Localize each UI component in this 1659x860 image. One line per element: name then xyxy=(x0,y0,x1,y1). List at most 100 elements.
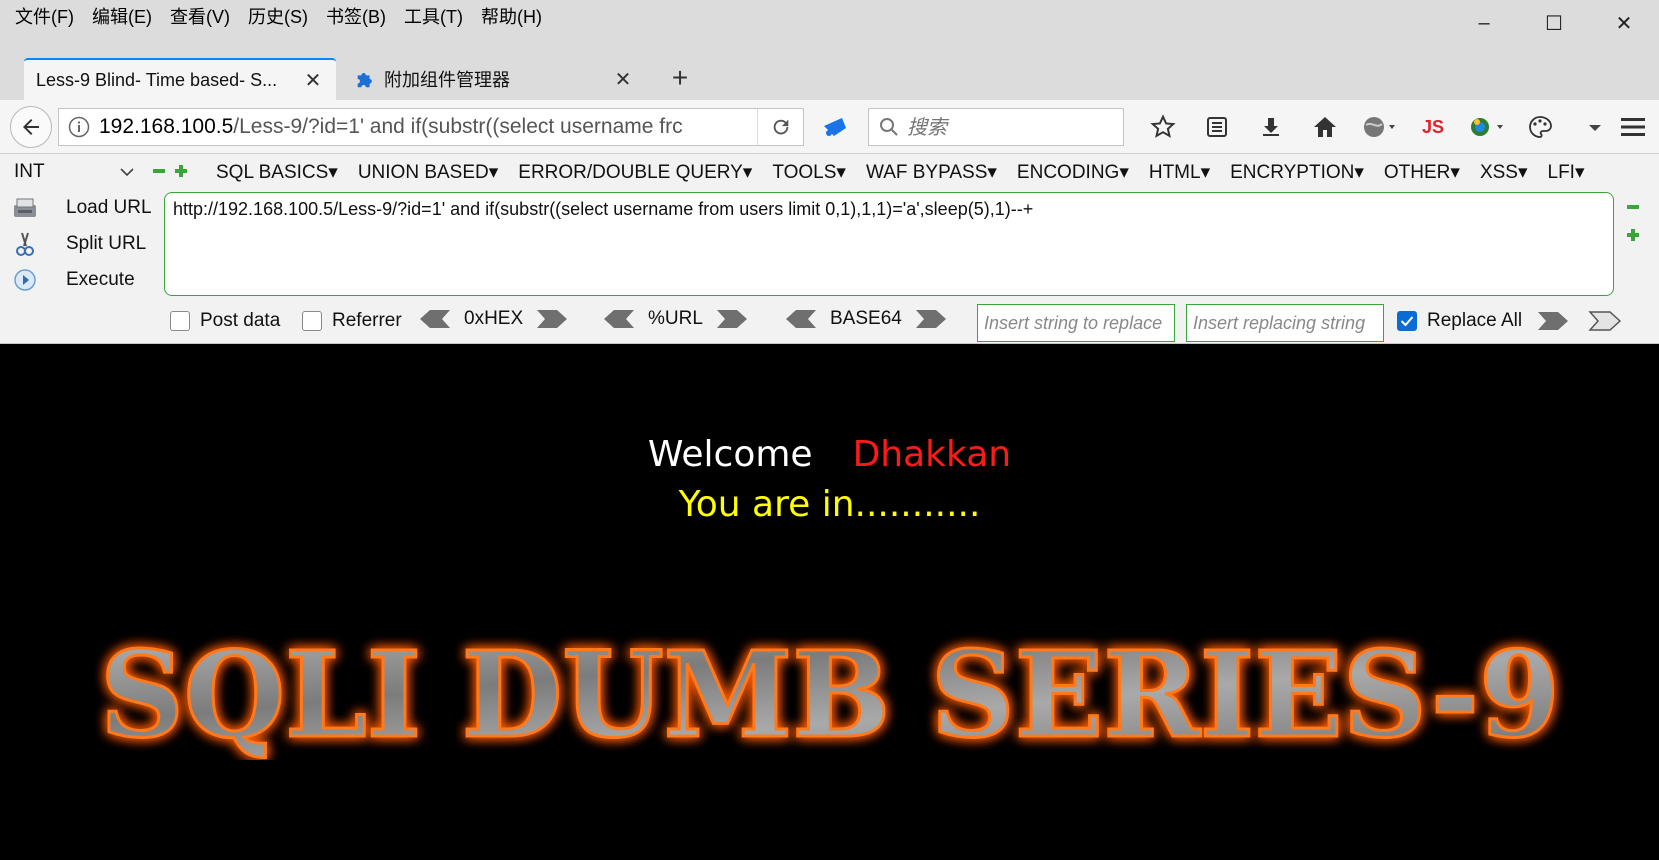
menu-sql-basics[interactable]: SQL BASICS▾ xyxy=(206,161,348,184)
menu-html[interactable]: HTML▾ xyxy=(1139,161,1220,184)
url-encoder: %URL xyxy=(602,308,749,330)
palette-icon[interactable] xyxy=(1514,108,1568,146)
execute-button[interactable]: Execute xyxy=(10,262,160,298)
menu-history[interactable]: 历史(S) xyxy=(239,4,317,30)
close-icon: ✕ xyxy=(1615,12,1633,35)
menu-tools[interactable]: 工具(T) xyxy=(395,4,472,30)
menu-hamburger-icon[interactable] xyxy=(1619,114,1647,140)
sqli-dumb-series-banner: SQLI DUMB SERIES-9 xyxy=(99,630,1562,760)
minus-icon[interactable] xyxy=(1626,200,1640,214)
url-text[interactable]: 192.168.100.5/Less-9/?id=1' and if(subst… xyxy=(99,115,757,139)
hackbar-options: Post data Referrer 0xHEX %URL BASE64 Ins… xyxy=(0,300,1659,342)
arrow-right-icon[interactable] xyxy=(535,308,569,330)
tab-close-icon[interactable]: ✕ xyxy=(612,67,634,92)
base64-label: BASE64 xyxy=(830,308,902,329)
menu-error-double-query[interactable]: ERROR/DOUBLE QUERY▾ xyxy=(508,161,762,184)
menu-waf-bypass[interactable]: WAF BYPASS▾ xyxy=(856,161,1007,184)
replace-from-input[interactable]: Insert string to replace xyxy=(977,304,1175,342)
arrow-left-icon[interactable] xyxy=(784,308,818,330)
welcome-text: Welcome xyxy=(647,434,813,475)
minus-icon[interactable] xyxy=(152,164,166,178)
username-text: Dhakkan xyxy=(852,434,1012,475)
menu-other[interactable]: OTHER▾ xyxy=(1374,161,1470,184)
menu-encoding[interactable]: ENCODING▾ xyxy=(1007,161,1139,184)
tab-addons-manager[interactable]: 附加组件管理器 ✕ xyxy=(342,58,646,100)
overflow-chevron-icon[interactable] xyxy=(1568,108,1622,146)
replace-to-input[interactable]: Insert replacing string xyxy=(1186,304,1384,342)
bookmark-star-icon[interactable] xyxy=(1136,108,1190,146)
hackbar-url-textarea[interactable]: http://192.168.100.5/Less-9/?id=1' and i… xyxy=(164,192,1614,296)
navigation-bar: 192.168.100.5/Less-9/?id=1' and if(subst… xyxy=(0,100,1659,154)
load-url-label: Load URL xyxy=(66,197,152,218)
home-icon[interactable] xyxy=(1298,108,1352,146)
tab-title: 附加组件管理器 xyxy=(384,70,510,90)
toolbar-icons: JS xyxy=(1136,108,1622,146)
colorful-extension-icon[interactable] xyxy=(1460,108,1514,146)
search-input[interactable] xyxy=(907,115,1107,139)
arrow-right-icon[interactable] xyxy=(715,308,749,330)
js-extension-icon[interactable]: JS xyxy=(1406,108,1460,146)
arrow-left-icon[interactable] xyxy=(418,308,452,330)
menu-bar: 文件(F) 编辑(E) 查看(V) 历史(S) 书签(B) 工具(T) 帮助(H… xyxy=(6,4,551,30)
menu-bookmarks[interactable]: 书签(B) xyxy=(317,4,395,30)
new-tab-button[interactable]: + xyxy=(664,62,696,94)
menu-union-based[interactable]: UNION BASED▾ xyxy=(348,161,508,184)
menu-file[interactable]: 文件(F) xyxy=(6,4,83,30)
split-url-button[interactable]: Split URL xyxy=(10,226,160,262)
url-encode-label: %URL xyxy=(648,308,703,329)
menu-encryption[interactable]: ENCRYPTION▾ xyxy=(1220,161,1374,184)
menu-help[interactable]: 帮助(H) xyxy=(472,4,551,30)
menu-tools[interactable]: TOOLS▾ xyxy=(762,161,856,184)
status-message: You are in........... xyxy=(678,484,981,525)
menu-edit[interactable]: 编辑(E) xyxy=(83,4,161,30)
close-window-button[interactable]: ✕ xyxy=(1589,0,1659,46)
reading-list-icon[interactable] xyxy=(1190,108,1244,146)
reload-icon xyxy=(773,119,788,135)
hackbar-actions: Load URL Split URL Execute xyxy=(10,190,160,298)
info-icon[interactable] xyxy=(59,116,99,138)
tab-less9[interactable]: Less-9 Blind- Time based- S... ✕ xyxy=(24,58,336,100)
arrow-right-outline-icon[interactable] xyxy=(1588,310,1622,332)
referrer-checkbox[interactable]: Referrer xyxy=(302,310,402,332)
extension-blue-icon[interactable] xyxy=(820,114,850,140)
back-arrow-icon xyxy=(23,119,39,135)
replace-all-checkbox[interactable]: Replace All xyxy=(1397,310,1522,332)
checkbox-box[interactable] xyxy=(1397,311,1417,331)
base64-encoder: BASE64 xyxy=(784,308,948,330)
plus-icon[interactable] xyxy=(1626,228,1640,242)
back-button[interactable] xyxy=(10,106,52,148)
post-data-checkbox[interactable]: Post data xyxy=(170,310,280,332)
url-bar[interactable]: 192.168.100.5/Less-9/?id=1' and if(subst… xyxy=(58,108,804,146)
title-bar: 文件(F) 编辑(E) 查看(V) 历史(S) 书签(B) 工具(T) 帮助(H… xyxy=(0,0,1659,46)
split-url-label: Split URL xyxy=(66,233,147,254)
textarea-size-controls xyxy=(1626,200,1640,242)
chevron-down-icon xyxy=(120,168,134,177)
minimize-button[interactable]: – xyxy=(1449,0,1519,46)
arrow-left-icon[interactable] xyxy=(602,308,636,330)
injection-type-select[interactable]: INT xyxy=(14,158,138,186)
checkbox-box[interactable] xyxy=(170,311,190,331)
plus-icon[interactable] xyxy=(174,164,188,178)
menu-xss[interactable]: XSS▾ xyxy=(1470,161,1538,184)
search-icon xyxy=(880,118,898,136)
load-url-button[interactable]: Load URL xyxy=(10,190,160,226)
reload-button[interactable] xyxy=(757,109,803,145)
hackbar-size-controls xyxy=(152,164,188,178)
menu-view[interactable]: 查看(V) xyxy=(161,4,239,30)
menu-lfi[interactable]: LFI▾ xyxy=(1538,161,1595,184)
maximize-icon: ☐ xyxy=(1545,12,1563,35)
replace-all-label: Replace All xyxy=(1427,310,1523,331)
tab-close-icon[interactable]: ✕ xyxy=(302,68,324,93)
hex-label: 0xHEX xyxy=(464,308,524,329)
download-icon[interactable] xyxy=(1244,108,1298,146)
welcome-line: Welcome Dhakkan xyxy=(0,434,1659,475)
search-box[interactable] xyxy=(868,108,1124,146)
checkbox-box[interactable] xyxy=(302,311,322,331)
arrow-right-icon[interactable] xyxy=(914,308,948,330)
arrow-right-icon[interactable] xyxy=(1536,310,1570,332)
maximize-button[interactable]: ☐ xyxy=(1519,0,1589,46)
post-data-label: Post data xyxy=(200,310,281,331)
globe-extension-icon[interactable] xyxy=(1352,108,1406,146)
hackbar-menu: SQL BASICS▾ UNION BASED▾ ERROR/DOUBLE QU… xyxy=(206,158,1595,186)
page-content: Welcome Dhakkan You are in........... SQL… xyxy=(0,344,1659,860)
